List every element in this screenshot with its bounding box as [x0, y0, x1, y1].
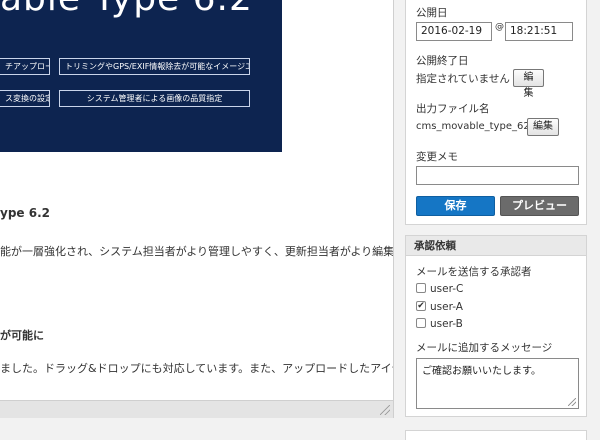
- change-memo-input[interactable]: [416, 166, 579, 185]
- approver-option-user-c[interactable]: user-C: [416, 282, 463, 296]
- filename-label: 出力ファイル名: [416, 103, 490, 115]
- editor-resize-bar[interactable]: [0, 400, 393, 418]
- resize-grip-icon[interactable]: [380, 405, 390, 415]
- filename-edit-button[interactable]: 編集: [527, 118, 559, 136]
- approval-request-panel: 承認依頼 メールを送信する承認者 user-C ✔ user-A user-B メ…: [405, 235, 587, 417]
- approver-option-user-a[interactable]: ✔ user-A: [416, 300, 463, 314]
- filename-value: cms_movable_type_62: [416, 121, 530, 132]
- article-banner-image: able Type 6.2 チアップロード トリミングやGPS/EXIF情報除去…: [0, 0, 282, 152]
- approver-option-user-b[interactable]: user-B: [416, 317, 463, 331]
- body-paragraph: ました。ドラッグ&ドロップにも対応しています。また、アップロードしたアイテ: [0, 362, 394, 375]
- checkbox[interactable]: [416, 283, 426, 293]
- banner-title: able Type 6.2: [0, 0, 253, 19]
- unpublish-edit-button[interactable]: 編集: [513, 69, 544, 99]
- banner-chip-upload: チアップロード: [0, 58, 50, 75]
- approver-name: user-C: [430, 283, 464, 295]
- banner-chip-conversion: ス変換の設定: [0, 90, 50, 107]
- approver-name: user-B: [430, 318, 463, 330]
- message-label: メールに追加するメッセージ: [416, 342, 553, 354]
- body-heading-version: ype 6.2: [0, 206, 50, 220]
- banner-chip-quality: システム管理者による画像の品質指定: [59, 90, 250, 107]
- body-paragraph: 能が一層強化され、システム担当者がより管理しやすく、更新担当者がより編集: [0, 245, 394, 258]
- entry-editor[interactable]: able Type 6.2 チアップロード トリミングやGPS/EXIF情報除去…: [0, 0, 394, 418]
- publish-time-input[interactable]: 18:21:51: [505, 22, 573, 41]
- next-panel: [405, 430, 587, 440]
- message-text: ご確認お願いいたします。: [422, 366, 541, 377]
- unpublish-date-value: 指定されていません: [416, 73, 510, 85]
- publish-date-label: 公開日: [416, 7, 448, 19]
- save-button[interactable]: 保存: [416, 196, 495, 216]
- body-heading-upload: が可能に: [0, 329, 44, 342]
- textarea-resize-icon[interactable]: [568, 398, 576, 406]
- change-memo-label: 変更メモ: [416, 151, 458, 163]
- checkbox[interactable]: [416, 318, 426, 328]
- publish-date-input[interactable]: 2016-02-19: [416, 22, 492, 41]
- approver-name: user-A: [430, 301, 463, 313]
- approvers-label: メールを送信する承認者: [416, 266, 532, 278]
- at-symbol: @: [495, 22, 504, 32]
- checkbox-checked[interactable]: ✔: [416, 301, 426, 311]
- message-textarea[interactable]: ご確認お願いいたします。: [416, 358, 579, 409]
- publish-panel: 公開日 2016-02-19 @ 18:21:51 公開終了日 指定されていませ…: [405, 0, 587, 225]
- approval-panel-title: 承認依頼: [406, 236, 586, 256]
- unpublish-date-label: 公開終了日: [416, 55, 469, 67]
- preview-button[interactable]: プレビュー: [500, 196, 579, 216]
- page-background: [0, 418, 394, 440]
- banner-chip-image-editor: トリミングやGPS/EXIF情報除去が可能なイメージエディタ: [59, 58, 250, 75]
